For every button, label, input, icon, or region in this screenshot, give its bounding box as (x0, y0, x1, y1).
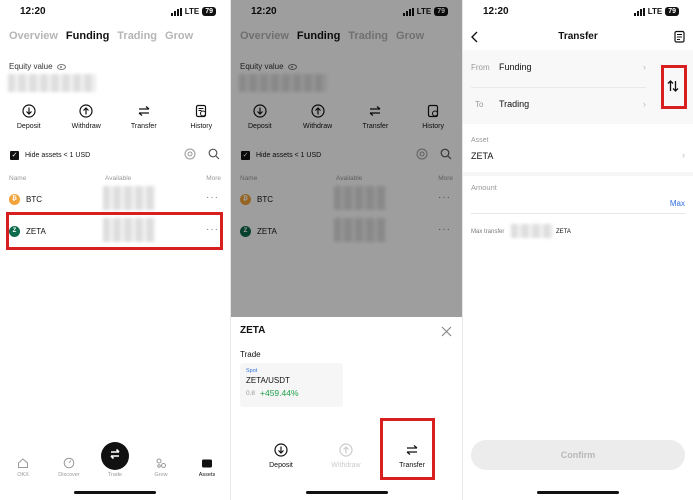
withdraw-icon (79, 104, 93, 118)
sheet-deposit-button[interactable]: Deposit (255, 443, 307, 469)
nav-trade[interactable]: Trade (95, 457, 135, 478)
dim-overlay[interactable] (231, 0, 462, 317)
funding-actions: Deposit Withdraw Transfer History (0, 104, 230, 130)
pair-type-label: Spot (246, 368, 258, 374)
nav-discover[interactable]: Discover (49, 457, 89, 478)
pair-price: 0.8 (246, 390, 256, 397)
battery-icon: 79 (202, 7, 216, 16)
nav-grow[interactable]: Grow (141, 457, 181, 478)
zeta-sheet-screen: 12:20 LTE 79 Overview Funding Trading Gr… (231, 0, 462, 500)
from-label: From (471, 63, 490, 72)
wallet-icon (201, 457, 213, 469)
status-time: 12:20 (483, 6, 509, 17)
nav-okx[interactable]: OKX (3, 457, 43, 478)
amount-label: Amount (471, 183, 497, 192)
col-more: More (206, 175, 221, 182)
col-name: Name (9, 175, 27, 182)
sheet-withdraw-button: Withdraw (320, 443, 372, 469)
status-bar: 12:20 LTE 79 (0, 6, 230, 20)
transfer-screen: 12:20 LTE 79 Transfer From Funding › To … (463, 0, 693, 500)
highlight-swap-button (661, 65, 687, 109)
nav-assets[interactable]: Assets (187, 457, 227, 478)
asset-selector[interactable]: Asset ZETA › (471, 135, 685, 165)
to-row[interactable]: To Trading › (471, 97, 646, 115)
max-button[interactable]: Max (670, 199, 685, 208)
assets-screen: 12:20 LTE 79 Overview Funding Trading Gr… (0, 0, 230, 500)
home-indicator (537, 491, 619, 494)
grow-icon (155, 457, 167, 469)
bottom-nav: OKX Discover Trade Grow Assets (0, 457, 230, 478)
spot-pair-card[interactable]: Spot ZETA/USDT 0.8 +459.44% (240, 363, 343, 407)
close-icon[interactable] (441, 324, 452, 342)
signal-icon (170, 7, 182, 16)
convert-small-icon[interactable] (184, 148, 196, 162)
tab-overview[interactable]: Overview (9, 30, 58, 42)
hide-small-label: Hide assets < 1 USD (25, 151, 91, 159)
tab-funding[interactable]: Funding (66, 30, 109, 42)
withdraw-icon (339, 443, 353, 457)
max-transfer-row: Max transfer ZETA (471, 224, 685, 240)
chevron-right-icon: › (682, 150, 685, 160)
to-label: To (475, 100, 484, 109)
status-bar: 12:20 LTE 79 (463, 6, 693, 20)
hide-small-checkbox[interactable]: ✓ (10, 150, 19, 160)
btc-coin-icon: ₿ (9, 193, 20, 205)
discover-icon (63, 457, 75, 469)
signal-icon (633, 7, 645, 16)
home-icon (17, 457, 29, 469)
pair-change: +459.44% (260, 388, 299, 398)
highlight-transfer-button (380, 418, 435, 480)
transfer-icon (137, 104, 151, 118)
chevron-right-icon: › (643, 99, 646, 109)
withdraw-button[interactable]: Withdraw (60, 104, 112, 130)
col-available: Available (105, 175, 132, 182)
from-value: Funding (499, 62, 532, 72)
equity-label: Equity value (9, 62, 53, 71)
history-icon (194, 104, 208, 118)
sheet-title: ZETA (240, 325, 266, 336)
max-transfer-redacted (511, 224, 553, 238)
home-indicator (74, 491, 156, 494)
tab-trading[interactable]: Trading (117, 30, 157, 42)
more-options-icon[interactable]: ··· (206, 192, 219, 203)
from-row[interactable]: From Funding › (471, 60, 646, 78)
deposit-button[interactable]: Deposit (3, 104, 55, 130)
asset-label: Asset (471, 137, 489, 144)
eye-icon[interactable] (56, 63, 66, 70)
transfer-navbar: Transfer (463, 30, 693, 46)
battery-icon: 79 (665, 7, 679, 16)
page-title: Transfer (558, 31, 598, 42)
asset-row-btc[interactable]: ₿ BTC ··· (9, 186, 221, 210)
max-transfer-unit: ZETA (556, 229, 571, 235)
to-value: Trading (499, 99, 530, 109)
highlight-zeta-row (6, 212, 223, 250)
amount-input[interactable]: Max (471, 194, 685, 214)
from-to-card: From Funding › To Trading › (463, 50, 693, 124)
tab-grow[interactable]: Grow (165, 30, 193, 42)
confirm-button[interactable]: Confirm (471, 440, 685, 470)
deposit-icon (274, 443, 288, 457)
asset-tabs: Overview Funding Trading Grow (9, 30, 193, 42)
asset-value: ZETA (471, 151, 494, 161)
history-button[interactable]: History (175, 104, 227, 130)
transfer-button[interactable]: Transfer (118, 104, 170, 130)
chevron-right-icon: › (643, 62, 646, 72)
search-icon[interactable] (208, 148, 220, 162)
equity-value-redacted (8, 74, 96, 92)
status-time: 12:20 (20, 6, 46, 17)
network-label: LTE (184, 7, 200, 16)
trade-section-label: Trade (240, 350, 261, 359)
home-indicator (305, 491, 388, 494)
deposit-icon (22, 104, 36, 118)
max-transfer-label: Max transfer (471, 229, 505, 235)
records-icon[interactable] (674, 30, 685, 48)
pair-name: ZETA/USDT (246, 376, 290, 385)
asset-symbol: BTC (26, 194, 42, 204)
btc-balance-redacted (103, 186, 155, 210)
